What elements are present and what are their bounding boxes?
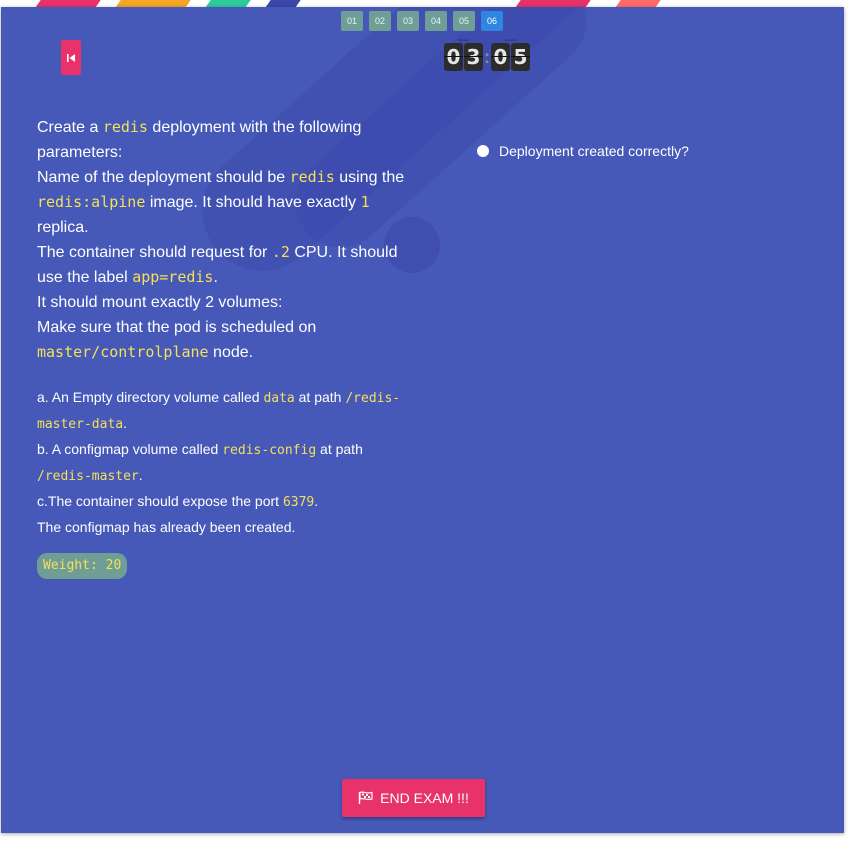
timer-digit: 0 [444,43,463,71]
text: The container should request for [37,244,272,261]
detail-line: c.The container should expose the port 6… [37,489,417,515]
configmap-note: The configmap has already been created. [37,519,296,535]
exam-panel: 01 02 03 04 05 06 Minutes 0 3 : Seconds … [1,7,844,833]
code: redis [102,118,148,136]
code: redis-config [222,443,317,458]
timer-digit: 0 [491,43,510,71]
text: . [213,269,218,286]
end-exam-button[interactable]: END EXAM !!! [342,779,485,817]
detail-line: b. A configmap volume called redis-confi… [37,437,417,489]
timer-digit: 3 [464,43,483,71]
question-button-06[interactable]: 06 [481,11,503,31]
question-navigation: 01 02 03 04 05 06 [341,11,503,31]
timer-seconds: Seconds 0 5 [491,38,530,71]
countdown-timer: Minutes 0 3 : Seconds 0 5 [444,38,530,71]
text: Create a [37,119,103,136]
text: . [314,493,319,509]
check-item: Deployment created correctly? [477,143,689,159]
code: data [263,391,295,406]
code: master/controlplane [37,343,209,361]
flag-icon [358,791,373,804]
check-status-radio[interactable] [477,145,489,157]
question-line: Create a redis deployment with the follo… [37,115,417,165]
question-button-04[interactable]: 04 [425,11,447,31]
text: a. An Empty directory volume called [37,389,264,405]
question-line: It should mount exactly 2 volumes: [37,294,283,311]
code: redis:alpine [37,193,146,211]
text: using the [334,169,405,186]
question-line: Name of the deployment should be redis u… [37,165,417,240]
check-label: Deployment created correctly? [499,143,689,159]
code: 1 [360,193,370,211]
text: . [138,467,143,483]
question-button-01[interactable]: 01 [341,11,363,31]
end-exam-label: END EXAM !!! [380,790,469,806]
question-button-05[interactable]: 05 [453,11,475,31]
weight-badge: Weight: 20 [37,553,128,579]
text: at path [316,441,363,457]
detail-line: a. An Empty directory volume called data… [37,385,417,437]
text: Name of the deployment should be [37,169,290,186]
volume-details: a. An Empty directory volume called data… [37,385,417,515]
question-text: Create a redis deployment with the follo… [37,115,417,579]
seconds-caption: Seconds [504,38,517,42]
minutes-caption: Minutes [458,38,469,42]
text: . [123,415,127,431]
timer-minutes: Minutes 0 3 [444,38,483,71]
question-line: Make sure that the pod is scheduled on m… [37,315,417,365]
text: at path [294,389,346,405]
text: Make sure that the pod is scheduled on [37,319,317,336]
collapse-left-icon [67,53,75,62]
text: replica. [37,219,89,236]
code: .2 [271,243,290,261]
code: app=redis [132,268,214,286]
text: image. It should have exactly [145,194,361,211]
code: /redis-master [37,469,139,484]
text: node. [208,344,254,361]
timer-digit: 5 [511,43,530,71]
text: c.The container should expose the port [37,493,283,509]
question-button-03[interactable]: 03 [397,11,419,31]
code: redis [289,168,335,186]
question-button-02[interactable]: 02 [369,11,391,31]
text: b. A configmap volume called [37,441,223,457]
code: 6379 [282,495,315,510]
collapse-panel-button[interactable] [61,40,81,75]
timer-separator: : [484,47,490,67]
question-line: The container should request for .2 CPU.… [37,240,417,290]
